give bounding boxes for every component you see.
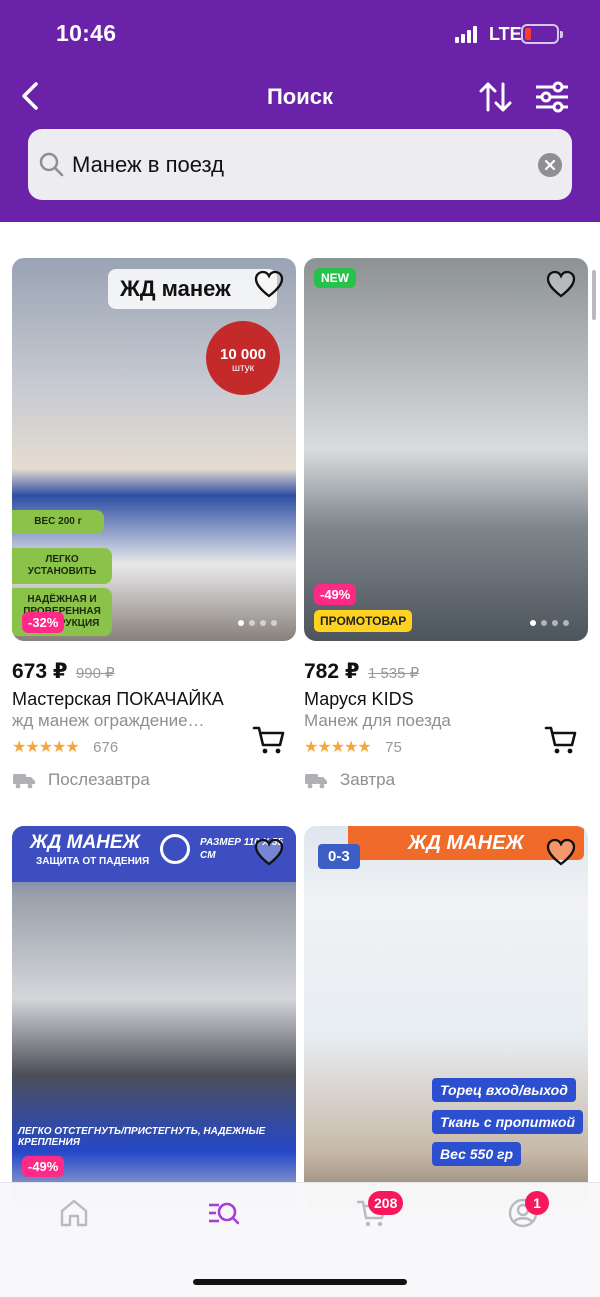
cart-count-badge: 208 (368, 1191, 404, 1215)
heart-icon[interactable] (254, 270, 284, 298)
discount-badge: -49% (314, 584, 357, 605)
scrollbar[interactable] (592, 270, 596, 320)
search-input[interactable] (72, 143, 522, 187)
discount-badge: -32% (22, 612, 65, 633)
review-count: 676 (93, 739, 119, 756)
tip-label: ЛЕГКО ОТСТЕГНУТЬ/ПРИСТЕГНУТЬ, НАДЕЖНЫЕ К… (18, 1126, 266, 1148)
tab-home[interactable] (58, 1197, 98, 1237)
star-icons: ★★★★★ (12, 739, 80, 756)
discount-badge: -49% (22, 1156, 65, 1177)
promo-badge: ПРОМОТОВАР (314, 610, 413, 632)
status-bar: 10:46 LTE (0, 0, 600, 70)
image-subtitle: ЗАЩИТА ОТ ПАДЕНИЯ (36, 856, 150, 867)
image-title: ЖД манеж (108, 269, 277, 309)
star-icons: ★★★★★ (304, 739, 372, 756)
new-badge: NEW (314, 268, 356, 288)
signal-icon (455, 26, 481, 43)
battery-icon (521, 24, 563, 44)
product-image[interactable]: ЖД МАНЕЖ 0-3 Торец вход/выход Ткань с пр… (304, 826, 588, 1209)
delivery-text: Завтра (340, 770, 396, 789)
product-description: жд манеж ограждение… (12, 711, 205, 730)
old-price: 990 ₽ (75, 665, 115, 682)
catalog-search-icon (209, 1202, 240, 1225)
truck-icon (13, 774, 35, 789)
product-description: Манеж для поезда (304, 711, 451, 730)
clear-search-icon[interactable] (538, 153, 562, 177)
truck-icon (305, 774, 327, 789)
easy-label: ЛЕГКО УСТАНОВИТЬ (12, 548, 112, 584)
product-image[interactable]: ЖД манеж 10 000 штук ВЕС 200 г ЛЕГКО УСТ… (12, 258, 296, 641)
status-time: 10:46 (56, 20, 117, 46)
search-bar (28, 129, 572, 200)
product-card[interactable]: NEW -49% ПРОМОТОВАР 782 ₽ 1 535 ₽ Маруся… (304, 258, 588, 793)
profile-notification-badge: 1 (525, 1191, 549, 1215)
feature-label: Вес 550 гр (432, 1142, 522, 1166)
heart-icon[interactable] (546, 838, 576, 866)
old-price: 1 535 ₽ (367, 665, 420, 682)
brand-name: Мастерская ПОКАЧАЙКА (12, 689, 224, 709)
delivery-info: Завтра (304, 770, 588, 793)
product-card[interactable]: ЖД МАНЕЖ ЗАЩИТА ОТ ПАДЕНИЯ РАЗМЕР 110 Х … (12, 826, 296, 1209)
add-to-cart-icon[interactable] (544, 724, 578, 756)
network-label: LTE (489, 24, 522, 44)
tab-cart[interactable]: 208 (356, 1191, 404, 1237)
tab-profile[interactable]: 1 (507, 1191, 549, 1237)
age-label: 0-3 (318, 844, 360, 869)
product-image[interactable]: NEW -49% ПРОМОТОВАР (304, 258, 588, 641)
tab-catalog[interactable] (207, 1197, 247, 1237)
heart-icon[interactable] (546, 270, 576, 298)
review-count: 75 (385, 739, 402, 756)
navbar: Поиск (0, 70, 600, 126)
price: 673 ₽ (12, 660, 68, 683)
product-card[interactable]: ЖД манеж 10 000 штук ВЕС 200 г ЛЕГКО УСТ… (12, 258, 296, 793)
header: 10:46 LTE Поиск (0, 0, 600, 222)
add-to-cart-icon[interactable] (252, 724, 286, 756)
image-pager (238, 620, 282, 628)
heart-icon[interactable] (254, 838, 284, 866)
product-image[interactable]: ЖД МАНЕЖ ЗАЩИТА ОТ ПАДЕНИЯ РАЗМЕР 110 Х … (12, 826, 296, 1209)
delivery-text: Послезавтра (48, 770, 150, 789)
weight-label: ВЕС 200 г (12, 510, 104, 534)
brand-name: Маруся KIDS (304, 689, 414, 709)
image-title: ЖД МАНЕЖ (30, 832, 141, 853)
filter-icon[interactable] (534, 80, 570, 114)
feature-label: Ткань с пропиткой (432, 1110, 583, 1134)
image-pager (530, 620, 574, 628)
sold-circle: 10 000 штук (206, 321, 280, 395)
home-indicator (193, 1279, 407, 1285)
search-icon (39, 152, 64, 177)
price: 782 ₽ (304, 660, 360, 683)
feature-label: Торец вход/выход (432, 1078, 576, 1102)
product-card[interactable]: ЖД МАНЕЖ 0-3 Торец вход/выход Ткань с пр… (304, 826, 588, 1209)
sort-icon[interactable] (478, 80, 514, 114)
price-row: 782 ₽ 1 535 ₽ (304, 659, 588, 687)
check-icon (160, 834, 190, 864)
price-row: 673 ₽ 990 ₽ (12, 659, 296, 687)
delivery-info: Послезавтра (12, 770, 296, 793)
home-icon (60, 1199, 88, 1227)
